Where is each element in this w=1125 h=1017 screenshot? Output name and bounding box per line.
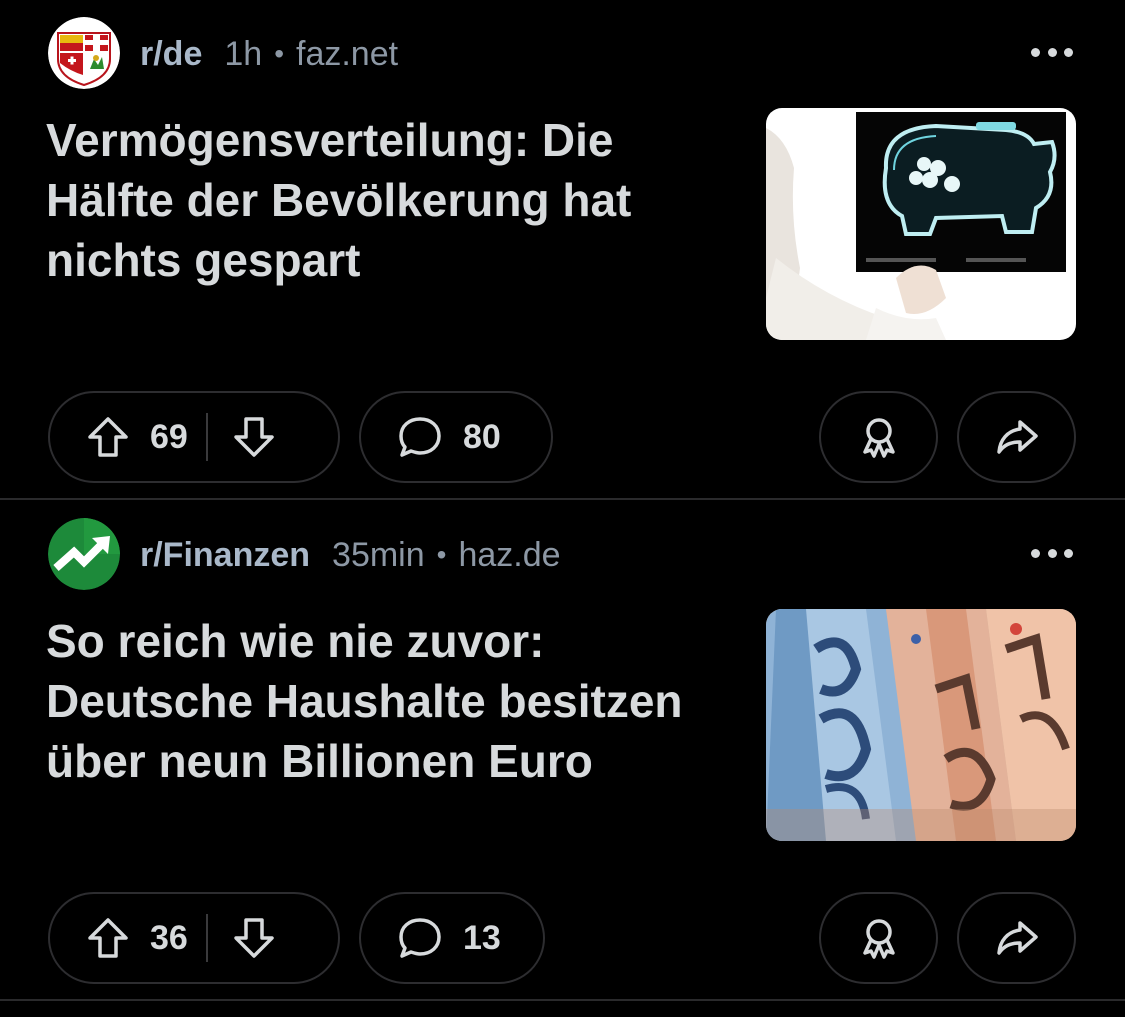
vote-divider: [206, 914, 208, 962]
share-button[interactable]: [957, 892, 1076, 984]
more-dots-icon[interactable]: [1031, 543, 1073, 563]
post-thumbnail[interactable]: [766, 609, 1076, 841]
upvote-count: 69: [150, 417, 188, 456]
share-button[interactable]: [957, 391, 1076, 483]
post-domain[interactable]: faz.net: [296, 35, 398, 74]
trending-up-icon: [48, 518, 120, 590]
post-thumbnail[interactable]: [766, 108, 1076, 340]
post-card[interactable]: r/Finanzen 35min • haz.de So reich wie n…: [0, 501, 1125, 1001]
post-meta: r/Finanzen 35min • haz.de: [140, 535, 561, 575]
more-dots-icon[interactable]: [1031, 42, 1073, 62]
award-button[interactable]: [819, 391, 938, 483]
post-domain[interactable]: haz.de: [458, 536, 560, 575]
vote-bar: 69: [48, 391, 340, 483]
arrow-down-icon[interactable]: [232, 916, 276, 960]
subreddit-avatar[interactable]: [48, 17, 120, 89]
arrow-down-icon[interactable]: [232, 415, 276, 459]
post-meta: r/de 1h • faz.net: [140, 34, 398, 74]
comments-button[interactable]: 80: [359, 391, 553, 483]
subreddit-name[interactable]: r/Finanzen: [140, 536, 310, 575]
post-title[interactable]: So reich wie nie zuvor: Deutsche Haushal…: [46, 611, 746, 791]
speech-bubble-icon: [399, 417, 441, 457]
subreddit-avatar[interactable]: [48, 518, 120, 590]
arrow-up-icon[interactable]: [86, 916, 130, 960]
subreddit-name[interactable]: r/de: [140, 35, 202, 74]
share-arrow-icon: [996, 420, 1038, 454]
vote-bar: 36: [48, 892, 340, 984]
euro-banknotes-image: [766, 609, 1076, 841]
comment-count: 80: [463, 417, 501, 456]
award-button[interactable]: [819, 892, 938, 984]
piggy-bank-xray-image: [766, 108, 1076, 340]
post-title[interactable]: Vermögensverteilung: Die Hälfte der Bevö…: [46, 110, 746, 290]
vote-divider: [206, 413, 208, 461]
share-arrow-icon: [996, 921, 1038, 955]
award-icon: [862, 919, 895, 959]
post-card[interactable]: r/de 1h • faz.net Vermögensverteilung: D…: [0, 0, 1125, 500]
meta-separator: •: [436, 539, 447, 570]
speech-bubble-icon: [399, 918, 441, 958]
post-divider: [0, 999, 1125, 1001]
upvote-count: 36: [150, 918, 188, 957]
post-time: 1h: [224, 34, 263, 73]
coat-of-arms-icon: [48, 17, 120, 89]
comment-count: 13: [463, 918, 501, 957]
comments-button[interactable]: 13: [359, 892, 545, 984]
award-icon: [862, 418, 895, 458]
meta-separator: •: [274, 38, 284, 69]
arrow-up-icon[interactable]: [86, 415, 130, 459]
post-time: 35min: [332, 535, 425, 574]
post-divider: [0, 498, 1125, 500]
